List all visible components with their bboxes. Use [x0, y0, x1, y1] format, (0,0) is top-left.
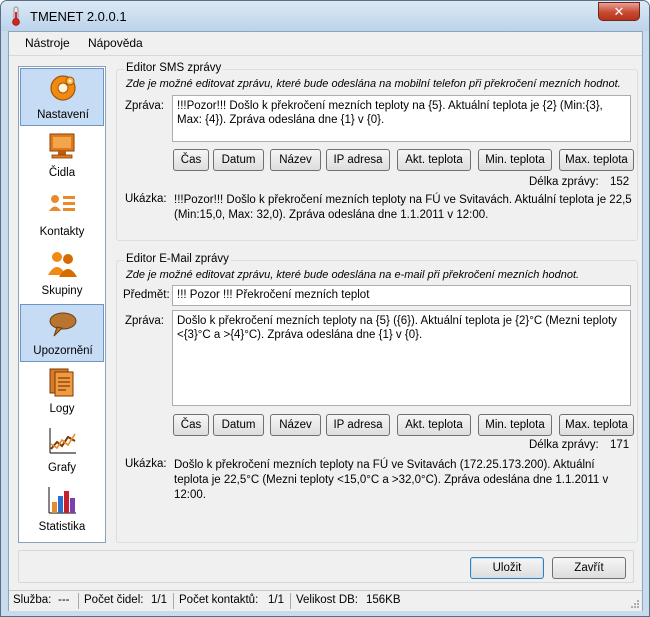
- status-bar: Služba: --- Počet čidel: 1/1 Počet konta…: [9, 590, 642, 611]
- sidebar-item-upozorneni[interactable]: Upozornění: [20, 304, 104, 362]
- status-sensors-label: Počet čidel:: [84, 594, 144, 606]
- status-divider: [173, 593, 174, 609]
- sidebar-item-label: Nastavení: [37, 109, 89, 121]
- monitor-icon: [49, 133, 75, 159]
- sms-insert-ip-button[interactable]: IP adresa: [326, 149, 390, 171]
- email-editor-title: Editor E-Mail zprávy: [124, 253, 231, 265]
- sms-insert-min-temp-button[interactable]: Min. teplota: [478, 149, 552, 171]
- status-db-label: Velikost DB:: [296, 594, 358, 606]
- sms-length-value: 152: [610, 176, 630, 188]
- sidebar-item-label: Kontakty: [39, 226, 85, 238]
- sidebar-item-label: Upozornění: [33, 345, 93, 357]
- sms-insert-name-button[interactable]: Název: [270, 149, 321, 171]
- menu-item-nastroje[interactable]: Nástroje: [25, 36, 70, 50]
- sidebar-item-label: Skupiny: [41, 285, 83, 297]
- sidebar-item-label: Logy: [49, 403, 75, 415]
- client-area: Nástroje Nápověda Nastavení Čidla Kontak…: [8, 31, 643, 611]
- line-graph-icon: [49, 428, 76, 454]
- sms-length-label: Délka zprávy:: [529, 176, 599, 188]
- group-icon: [48, 252, 77, 277]
- thermometer-icon: [12, 6, 20, 26]
- email-message-label: Zpráva:: [125, 315, 164, 327]
- sms-insert-time-button[interactable]: Čas: [173, 149, 209, 171]
- sms-editor-hint: Zde je možné editovat zprávu, které bude…: [126, 78, 621, 90]
- email-insert-max-temp-button[interactable]: Max. teplota: [559, 414, 634, 436]
- email-editor-hint: Zde je možné editovat zprávu, které bude…: [126, 269, 580, 281]
- close-button[interactable]: Zavřít: [552, 557, 626, 579]
- save-button[interactable]: Uložit: [470, 557, 544, 579]
- email-insert-ip-button[interactable]: IP adresa: [326, 414, 390, 436]
- sidebar-item-kontakty[interactable]: Kontakty: [20, 186, 104, 244]
- resize-grip-icon[interactable]: [630, 599, 640, 609]
- sidebar-item-statistika[interactable]: Statistika: [20, 481, 104, 539]
- window-close-button[interactable]: ✕: [598, 2, 640, 21]
- sidebar-item-label: Čidla: [48, 167, 76, 179]
- bar-chart-icon: [48, 487, 76, 514]
- contact-card-icon: [49, 195, 75, 211]
- sidebar-item-label: Grafy: [47, 462, 77, 474]
- app-window: TMENET 2.0.0.1 ✕ Nástroje Nápověda Nasta…: [0, 0, 650, 617]
- sms-insert-date-button[interactable]: Datum: [213, 149, 264, 171]
- sms-message-textarea[interactable]: !!!Pozor!!! Došlo k překročení mezních t…: [172, 95, 631, 142]
- status-service-value: ---: [58, 594, 70, 606]
- status-contacts-label: Počet kontaktů:: [179, 594, 259, 606]
- email-preview-text: Došlo k překročení mezních teploty na FÚ…: [174, 459, 609, 501]
- email-length-value: 171: [610, 439, 630, 451]
- sidebar-item-nastaveni[interactable]: Nastavení: [20, 68, 104, 126]
- sidebar-item-label: Statistika: [38, 521, 86, 533]
- email-insert-name-button[interactable]: Název: [270, 414, 321, 436]
- email-insert-date-button[interactable]: Datum: [213, 414, 264, 436]
- email-subject-input[interactable]: !!! Pozor !!! Překročení mezních teplot: [172, 285, 631, 306]
- email-insert-current-temp-button[interactable]: Akt. teplota: [397, 414, 471, 436]
- status-divider: [78, 593, 79, 609]
- status-sensors-value: 1/1: [151, 594, 167, 606]
- speech-bubble-icon: [49, 312, 77, 337]
- menu-bar: Nástroje Nápověda: [9, 32, 642, 54]
- sms-insert-max-temp-button[interactable]: Max. teplota: [559, 149, 634, 171]
- sms-message-label: Zpráva:: [125, 100, 164, 112]
- title-bar: TMENET 2.0.0.1 ✕: [1, 1, 649, 31]
- email-insert-time-button[interactable]: Čas: [173, 414, 209, 436]
- sms-editor-title: Editor SMS zprávy: [124, 62, 224, 74]
- sidebar-item-cidla[interactable]: Čidla: [20, 127, 104, 185]
- status-divider: [290, 593, 291, 609]
- email-preview-label: Ukázka:: [125, 458, 167, 470]
- email-subject-label: Předmět:: [123, 289, 170, 301]
- status-contacts-value: 1/1: [268, 594, 284, 606]
- sms-preview-text: !!!Pozor!!! Došlo k překročení mezních t…: [174, 194, 632, 221]
- sms-preview-label: Ukázka:: [125, 193, 167, 205]
- sidebar-item-logy[interactable]: Logy: [20, 363, 104, 421]
- status-service-label: Služba:: [13, 594, 52, 606]
- menu-separator: [9, 55, 642, 56]
- sidebar-item-grafy[interactable]: Grafy: [20, 422, 104, 480]
- window-title: TMENET 2.0.0.1: [30, 9, 127, 24]
- sidebar: Nastavení Čidla Kontakty Skupiny Upozorn…: [18, 66, 106, 543]
- sidebar-item-skupiny[interactable]: Skupiny: [20, 245, 104, 303]
- email-message-textarea[interactable]: Došlo k překročení mezních teploty na {5…: [172, 310, 631, 406]
- sms-insert-current-temp-button[interactable]: Akt. teplota: [397, 149, 471, 171]
- logs-icon: [49, 368, 74, 397]
- menu-item-napoveda[interactable]: Nápověda: [88, 36, 143, 50]
- email-length-label: Délka zprávy:: [529, 439, 599, 451]
- email-insert-min-temp-button[interactable]: Min. teplota: [478, 414, 552, 436]
- status-db-value: 156KB: [366, 594, 401, 606]
- settings-icon: [50, 75, 76, 101]
